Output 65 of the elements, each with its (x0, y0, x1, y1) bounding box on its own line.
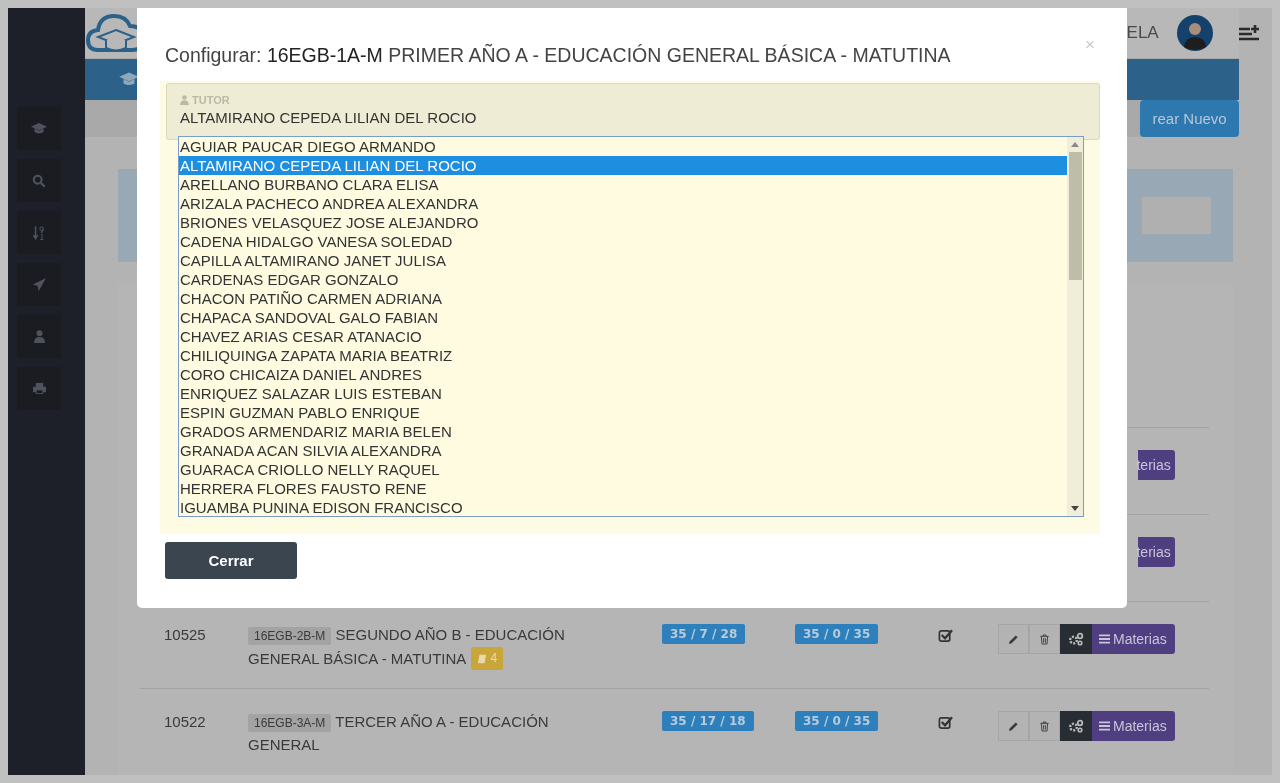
list-option[interactable]: CORO CHICAIZA DANIEL ANDRES (179, 365, 1067, 384)
pencil-icon (1008, 633, 1019, 645)
course-code-badge: 16EGB-3A-M (248, 714, 332, 732)
course-code-badge: 16EGB-2B-M (248, 627, 332, 645)
list-option[interactable]: HERRERA FLORES FAUSTO RENE (179, 479, 1067, 498)
count-badge: 35 / 17 / 18 (662, 711, 754, 731)
course-name: 16EGB-2B-M SEGUNDO AÑO B - EDUCACIÓN GENERAL BÁSICA - MATUTINA 4 (248, 624, 620, 670)
count-badge: 35 / 0 / 35 (795, 624, 879, 644)
list-option[interactable]: ALTAMIRANO CEPEDA LILIAN DEL ROCIO (179, 156, 1067, 175)
field-value: ALTAMIRANO CEPEDA LILIAN DEL ROCIO (180, 109, 478, 126)
edit-button[interactable] (998, 624, 1029, 654)
trash-icon (1040, 720, 1049, 732)
scroll-down-arrow-icon[interactable] (1071, 506, 1079, 511)
count-badge: 35 / 7 / 28 (662, 624, 746, 644)
list-option[interactable]: GRADOS ARMENDARIZ MARIA BELEN (179, 422, 1067, 441)
list-option[interactable]: ENRIQUEZ SALAZAR LUIS ESTEBAN (179, 384, 1067, 403)
delete-button[interactable] (1029, 711, 1060, 741)
list-option[interactable]: CHACON PATIÑO CARMEN ADRIANA (179, 289, 1067, 308)
subjects-count-badge: 4 (471, 647, 504, 670)
list-option[interactable]: CHAVEZ ARIAS CESAR ATANACIO (179, 327, 1067, 346)
list-option[interactable]: CHILIQUINGA ZAPATA MARIA BEATRIZ (179, 346, 1067, 365)
subjects-button[interactable]: Materias (1092, 624, 1175, 654)
scroll-up-arrow-icon[interactable] (1071, 142, 1079, 147)
scrollbar[interactable] (1067, 137, 1083, 516)
gears-icon (1068, 632, 1084, 646)
list-option[interactable]: CADENA HIDALGO VANESA SOLEDAD (179, 232, 1067, 251)
subjects-button[interactable]: Materias (1092, 711, 1175, 741)
delete-button[interactable] (1029, 624, 1060, 654)
list-option[interactable]: CHAPACA SANDOVAL GALO FABIAN (179, 308, 1067, 327)
trash-icon (1040, 633, 1049, 645)
graduation-cap-icon (118, 71, 140, 88)
course-name: 16EGB-3A-M TERCER AÑO A - EDUCACIÓN GENERAL (248, 712, 550, 755)
list-icon (1099, 721, 1110, 731)
paper-plane-icon[interactable] (17, 263, 61, 306)
add-list-icon[interactable] (1238, 24, 1261, 42)
table-cell: 10525 (164, 626, 206, 643)
list-option[interactable]: CAPILLA ALTAMIRANO JANET JULISA (179, 251, 1067, 270)
list-option[interactable]: BRIONES VELASQUEZ JOSE ALEJANDRO (179, 213, 1067, 232)
graduation-cap-icon[interactable] (17, 107, 61, 150)
user-icon (180, 95, 189, 105)
list-option[interactable]: ARELLANO BURBANO CLARA ELISA (179, 175, 1067, 194)
list-icon (1099, 634, 1110, 644)
list-option[interactable]: ARIZALA PACHECO ANDREA ALEXANDRA (179, 194, 1067, 213)
settings-button[interactable] (1060, 624, 1092, 654)
close-dialog-button[interactable]: Cerrar (165, 542, 297, 579)
count-badge: 35 / 0 / 35 (795, 711, 879, 731)
list-option[interactable]: AGUIAR PAUCAR DIEGO ARMANDO (179, 137, 1067, 156)
user-icon[interactable] (17, 315, 61, 358)
filter-field[interactable] (1141, 197, 1211, 235)
settings-button[interactable] (1060, 711, 1092, 741)
table-cell: 10522 (164, 713, 206, 730)
avatar-icon[interactable] (1176, 15, 1213, 51)
pencil-icon (1008, 720, 1019, 732)
list-option[interactable]: IGUAMBA PUNINA EDISON FRANCISCO (179, 498, 1067, 517)
gears-icon (1068, 719, 1084, 733)
list-option[interactable]: CARDENAS EDGAR GONZALO (179, 270, 1067, 289)
printer-icon[interactable] (17, 367, 61, 410)
tutor-listbox[interactable] (178, 136, 1084, 517)
dialog-title: Configurar: 16EGB-1A-M PRIMER AÑO A - EDUCACIÓN GENERAL BÁSICA - MATUTINA (165, 44, 951, 67)
edit-button[interactable] (998, 711, 1029, 741)
list-option[interactable]: GRANADA ACAN SILVIA ALEXANDRA (179, 441, 1067, 460)
list-option[interactable]: ESPIN GUZMAN PABLO ENRIQUE (179, 403, 1067, 422)
user-name[interactable]: ELA (1126, 23, 1159, 43)
list-option[interactable]: GUARACA CRIOLLO NELLY RAQUEL (179, 460, 1067, 479)
search-icon[interactable] (17, 159, 61, 202)
